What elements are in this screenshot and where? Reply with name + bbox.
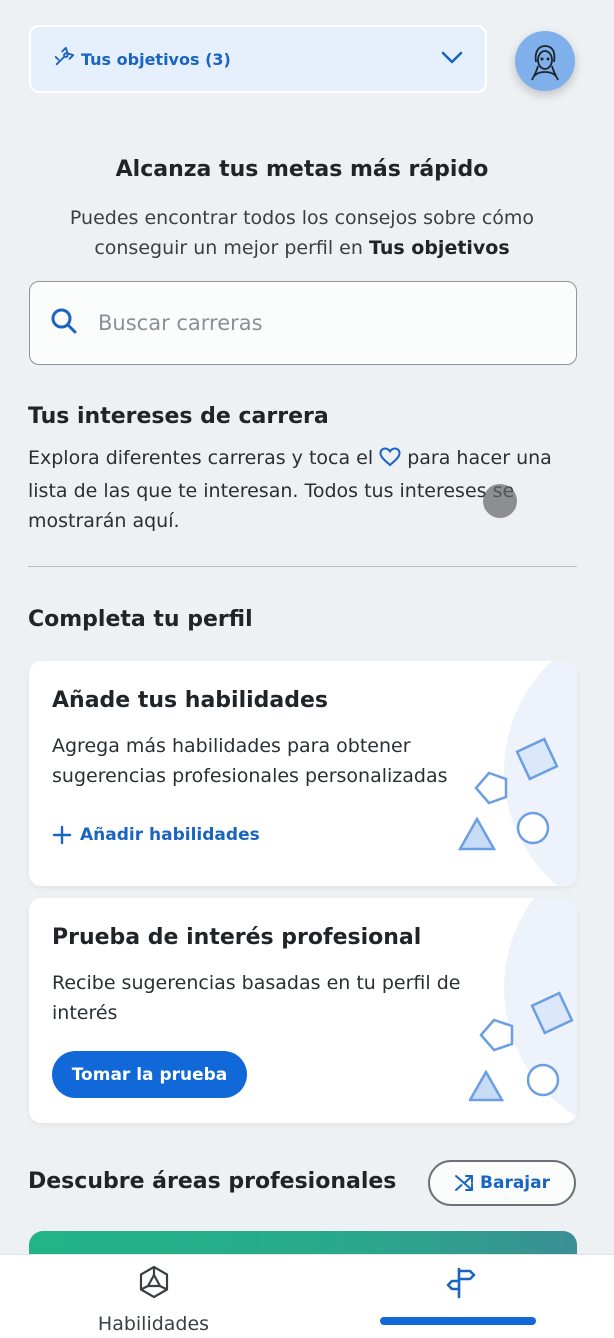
hero-subtitle: Puedes encontrar todos los consejos sobr…: [50, 203, 554, 263]
skills-icon: [137, 1265, 171, 1303]
shuffle-button[interactable]: Barajar: [428, 1160, 576, 1206]
skills-card-title: Añade tus habilidades: [52, 688, 329, 713]
active-tab-indicator: [380, 1317, 536, 1325]
shuffle-icon: [455, 1175, 474, 1191]
bottom-nav: Habilidades: [0, 1254, 614, 1338]
touch-cursor: [483, 484, 517, 518]
signpost-icon: [444, 1265, 478, 1303]
shapes-illustration: [469, 991, 574, 1102]
chevron-down-icon: [441, 50, 463, 69]
interest-test-card: Prueba de interés profesional Recibe sug…: [29, 898, 577, 1123]
nav-item-skills[interactable]: Habilidades: [0, 1255, 307, 1338]
interests-title: Tus intereses de carrera: [28, 404, 329, 429]
nav-skills-label: Habilidades: [97, 1313, 210, 1335]
interest-test-title: Prueba de interés profesional: [52, 925, 422, 950]
avatar[interactable]: [515, 31, 575, 91]
interest-test-text: Recibe sugerencias basadas en tu perfil …: [52, 972, 461, 1024]
skills-card: Añade tus habilidades Agrega más habilid…: [29, 661, 577, 886]
hero-title: Alcanza tus metas más rápido: [115, 157, 489, 182]
profile-section-title: Completa tu perfil: [28, 607, 253, 632]
shapes-illustration: [457, 737, 559, 851]
add-skills-link[interactable]: Añadir habilidades: [52, 825, 260, 845]
add-skills-label: Añadir habilidades: [80, 825, 260, 845]
hero-subtitle-link: Tus objetivos: [368, 237, 510, 259]
plus-icon: [52, 825, 72, 845]
section-divider: [28, 566, 577, 567]
search-icon: [50, 307, 78, 339]
goals-dropdown[interactable]: Tus objetivos (3): [29, 25, 487, 93]
career-search[interactable]: [29, 281, 577, 365]
interests-text-start: Explora diferentes carreras y toca el: [28, 447, 380, 469]
shuffle-label: Barajar: [480, 1173, 550, 1193]
discover-title: Descubre áreas profesionales: [28, 1169, 397, 1194]
goals-label: Tus objetivos (3): [81, 49, 231, 69]
user-avatar-icon: [531, 45, 559, 81]
heart-icon: [379, 446, 401, 476]
goals-icon: [53, 46, 75, 72]
search-input[interactable]: [96, 310, 520, 336]
nav-item-career-paths[interactable]: [307, 1255, 614, 1338]
take-test-button[interactable]: Tomar la prueba: [52, 1051, 247, 1098]
skills-card-text: Agrega más habilidades para obtener suge…: [52, 735, 448, 787]
